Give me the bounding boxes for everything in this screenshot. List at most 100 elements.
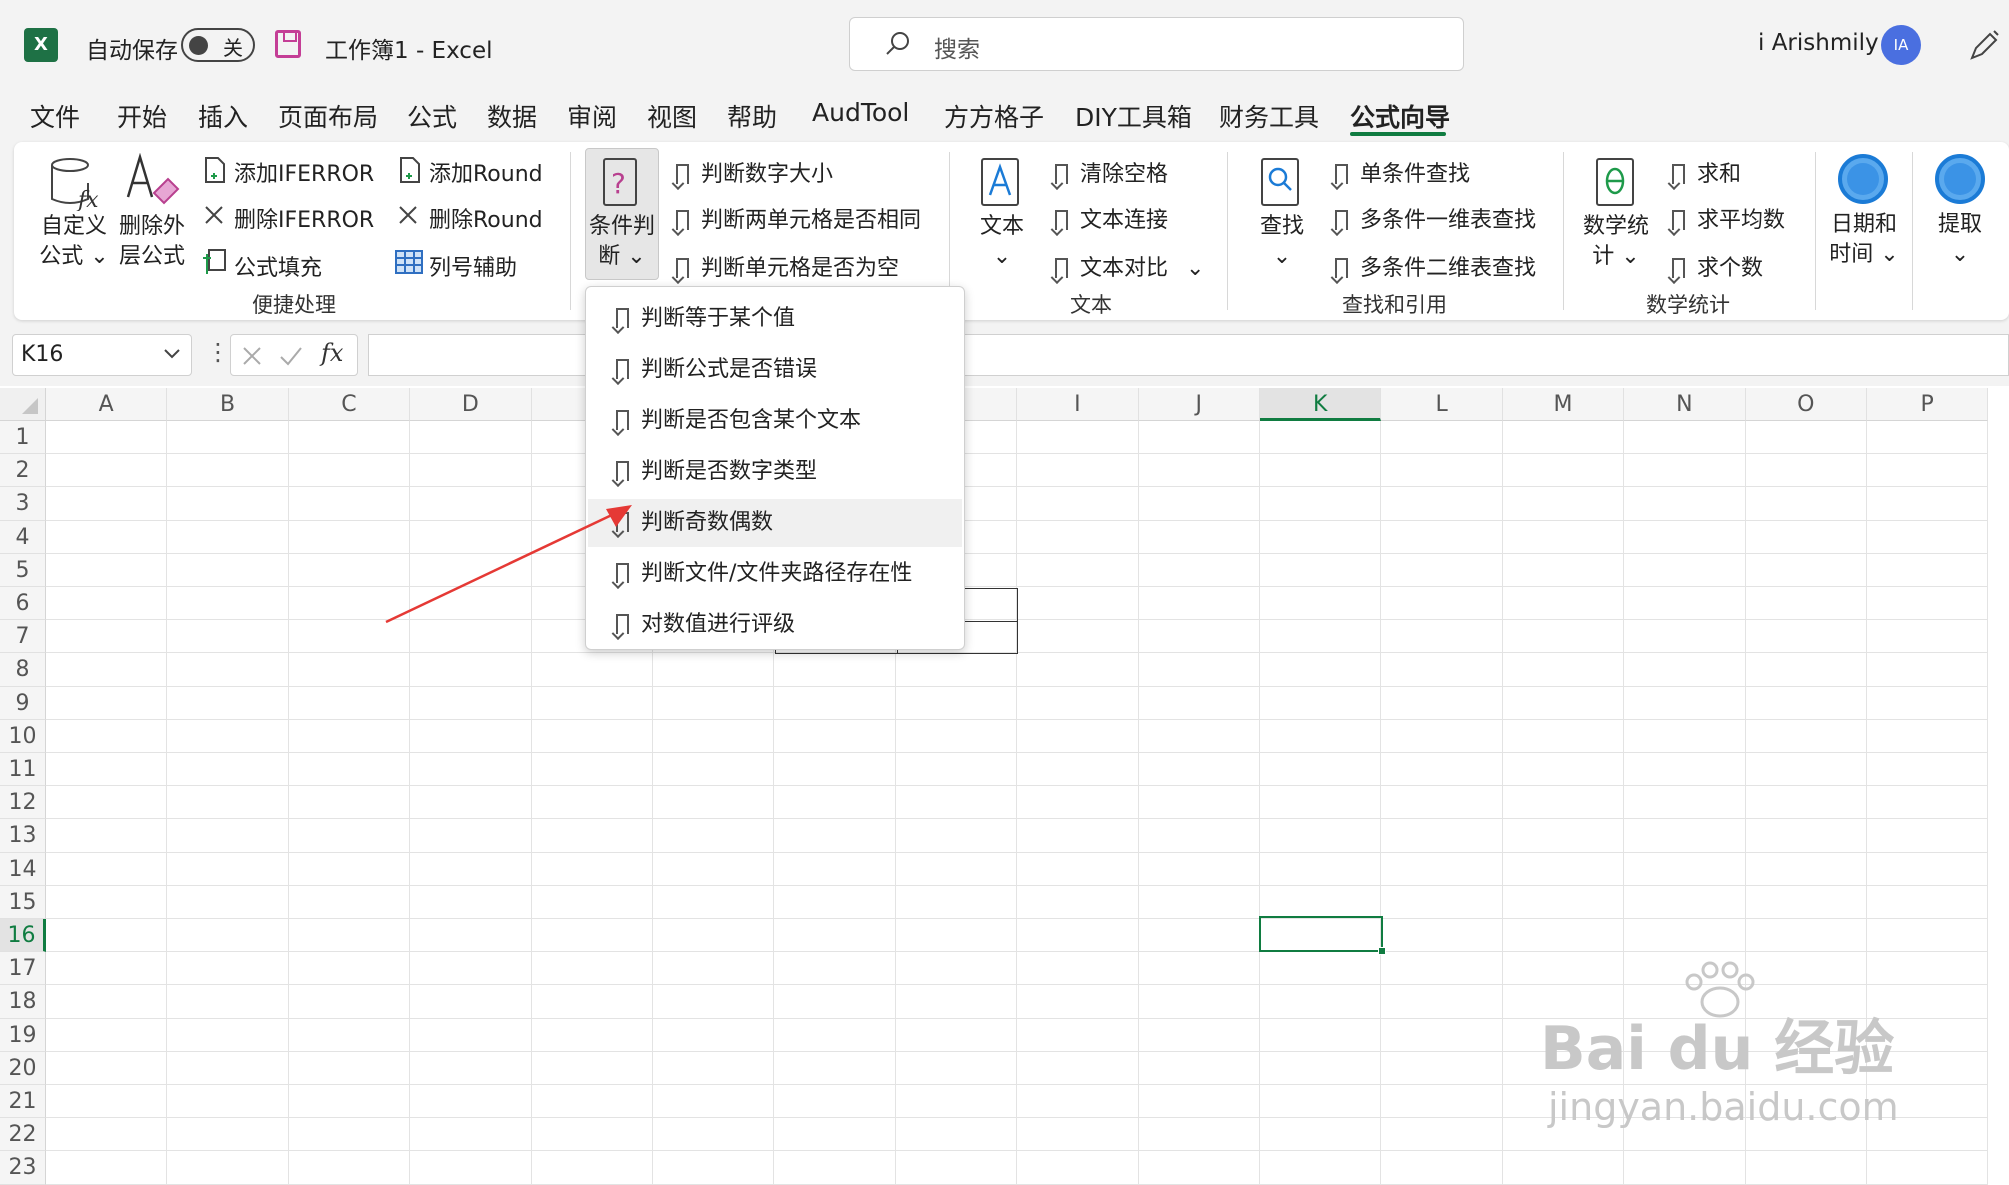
math-statistics-button[interactable]: 数学统 计 ⌄: [1576, 212, 1656, 272]
row-header-22[interactable]: 22: [0, 1118, 46, 1152]
grid-horizontal-line: [46, 851, 1989, 853]
column-header-i[interactable]: I: [1017, 388, 1139, 421]
date-time-button[interactable]: 日期和 时间 ⌄: [1822, 210, 1906, 270]
grid-vertical-line: [287, 421, 289, 1185]
row-header-6[interactable]: 6: [0, 587, 46, 621]
tab-page-layout[interactable]: 页面布局: [278, 98, 378, 134]
more-options-icon[interactable]: ⋮: [206, 338, 230, 366]
row-header-9[interactable]: 9: [0, 686, 46, 720]
custom-formula-button[interactable]: 自定义 公式 ⌄: [34, 212, 114, 272]
row-header-4[interactable]: 4: [0, 520, 46, 554]
row-header-17[interactable]: 17: [0, 952, 46, 986]
delete-outer-formula-button[interactable]: 删除外 层公式: [112, 212, 192, 272]
search-input[interactable]: 搜索: [849, 17, 1464, 71]
tab-help[interactable]: 帮助: [727, 98, 777, 134]
select-all-corner[interactable]: [0, 388, 46, 421]
row-header-18[interactable]: 18: [0, 985, 46, 1019]
cancel-icon[interactable]: [241, 345, 263, 367]
tab-data[interactable]: 数据: [487, 98, 537, 134]
column-header-c[interactable]: C: [288, 388, 411, 421]
autosave-toggle[interactable]: 关: [181, 28, 255, 62]
row-header-10[interactable]: 10: [0, 719, 46, 753]
column-header-j[interactable]: J: [1138, 388, 1260, 421]
tab-diy-toolbox[interactable]: DIY工具箱: [1075, 98, 1192, 134]
menu-item-is-number[interactable]: 判断是否数字类型: [588, 448, 962, 496]
row-header-15[interactable]: 15: [0, 885, 46, 919]
text-button[interactable]: 文本 ⌄: [964, 212, 1040, 272]
clear-spaces-button[interactable]: 清除空格: [1055, 156, 1168, 188]
column-header-o[interactable]: O: [1745, 388, 1867, 421]
menu-item-equals-value[interactable]: 判断等于某个值: [588, 295, 962, 343]
row-header-2[interactable]: 2: [0, 454, 46, 488]
column-header-k[interactable]: K: [1260, 388, 1382, 421]
formula-fill-button[interactable]: 公式填充: [234, 250, 322, 282]
menu-item-grade-values[interactable]: 对数值进行评级: [588, 601, 962, 649]
judge-two-cells-equal-button[interactable]: 判断两单元格是否相同: [676, 202, 921, 234]
menu-item-formula-error[interactable]: 判断公式是否错误: [588, 346, 962, 394]
extract-button[interactable]: 提取 ⌄: [1922, 210, 1998, 270]
delete-round-button[interactable]: 删除Round: [429, 202, 543, 234]
row-header-16[interactable]: 16: [0, 919, 46, 953]
tab-review[interactable]: 审阅: [567, 98, 617, 134]
row-header-23[interactable]: 23: [0, 1151, 46, 1185]
selected-cell[interactable]: [1259, 916, 1386, 955]
column-header-d[interactable]: D: [410, 388, 532, 421]
tab-finance-tools[interactable]: 财务工具: [1219, 98, 1319, 134]
sum-button[interactable]: 求和: [1672, 156, 1741, 188]
pen-icon[interactable]: [1968, 28, 2002, 62]
single-condition-lookup-button[interactable]: 单条件查找: [1335, 156, 1470, 188]
column-number-helper-button[interactable]: 列号辅助: [429, 250, 517, 282]
name-box[interactable]: K16: [12, 334, 192, 376]
row-header-20[interactable]: 20: [0, 1051, 46, 1085]
tab-formula-wizard[interactable]: 公式向导: [1350, 98, 1450, 134]
multi-condition-1d-lookup-button[interactable]: 多条件一维表查找: [1335, 202, 1536, 234]
menu-item-path-exists[interactable]: 判断文件/文件夹路径存在性: [588, 550, 962, 598]
tab-audtool[interactable]: AudTool: [812, 98, 909, 127]
row-header-12[interactable]: 12: [0, 786, 46, 820]
row-header-14[interactable]: 14: [0, 852, 46, 886]
insert-function-icon[interactable]: fx: [321, 339, 343, 367]
multi-condition-2d-lookup-button[interactable]: 多条件二维表查找: [1335, 250, 1536, 282]
average-button[interactable]: 求平均数: [1672, 202, 1785, 234]
row-header-19[interactable]: 19: [0, 1018, 46, 1052]
row-header-5[interactable]: 5: [0, 553, 46, 587]
add-round-button[interactable]: 添加Round: [429, 156, 543, 188]
tab-formulas[interactable]: 公式: [407, 98, 457, 134]
menu-item-contains-text[interactable]: 判断是否包含某个文本: [588, 397, 962, 445]
avatar[interactable]: IA: [1881, 25, 1921, 65]
menu-item-odd-even[interactable]: 判断奇数偶数: [588, 499, 962, 547]
toggle-knob: [189, 36, 208, 55]
tab-file[interactable]: 文件: [30, 98, 80, 134]
row-header-7[interactable]: 7: [0, 620, 46, 654]
row-header-8[interactable]: 8: [0, 653, 46, 687]
row-header-1[interactable]: 1: [0, 421, 46, 455]
add-iferror-button[interactable]: 添加IFERROR: [234, 156, 374, 188]
enter-check-icon[interactable]: [279, 345, 303, 367]
column-header-a[interactable]: A: [46, 388, 168, 421]
text-join-button[interactable]: 文本连接: [1055, 202, 1168, 234]
lookup-button[interactable]: 查找 ⌄: [1244, 212, 1320, 272]
fill-handle[interactable]: [1378, 947, 1386, 955]
row-header-21[interactable]: 21: [0, 1085, 46, 1119]
column-header-m[interactable]: M: [1502, 388, 1625, 421]
text-compare-button[interactable]: 文本对比 ⌄: [1055, 250, 1204, 282]
judge-number-size-button[interactable]: 判断数字大小: [676, 156, 833, 188]
row-header-11[interactable]: 11: [0, 753, 46, 787]
formula-fill-icon: [203, 249, 226, 274]
row-header-3[interactable]: 3: [0, 487, 46, 521]
column-header-l[interactable]: L: [1381, 388, 1503, 421]
tab-home[interactable]: 开始: [117, 98, 167, 134]
grid-horizontal-line: [46, 918, 1989, 919]
column-header-p[interactable]: P: [1867, 388, 1989, 421]
column-header-n[interactable]: N: [1624, 388, 1746, 421]
tab-insert[interactable]: 插入: [198, 98, 248, 134]
row-header-13[interactable]: 13: [0, 819, 46, 853]
delete-iferror-button[interactable]: 删除IFERROR: [234, 202, 374, 234]
column-header-b[interactable]: B: [167, 388, 289, 421]
judge-cell-empty-button[interactable]: 判断单元格是否为空: [676, 250, 899, 282]
condition-judgment-button[interactable]: 条件判 断 ⌄: [584, 212, 660, 272]
save-icon[interactable]: [275, 30, 301, 58]
count-button[interactable]: 求个数: [1672, 250, 1763, 282]
tab-view[interactable]: 视图: [647, 98, 697, 134]
tab-fangfanggezi[interactable]: 方方格子: [944, 98, 1044, 134]
